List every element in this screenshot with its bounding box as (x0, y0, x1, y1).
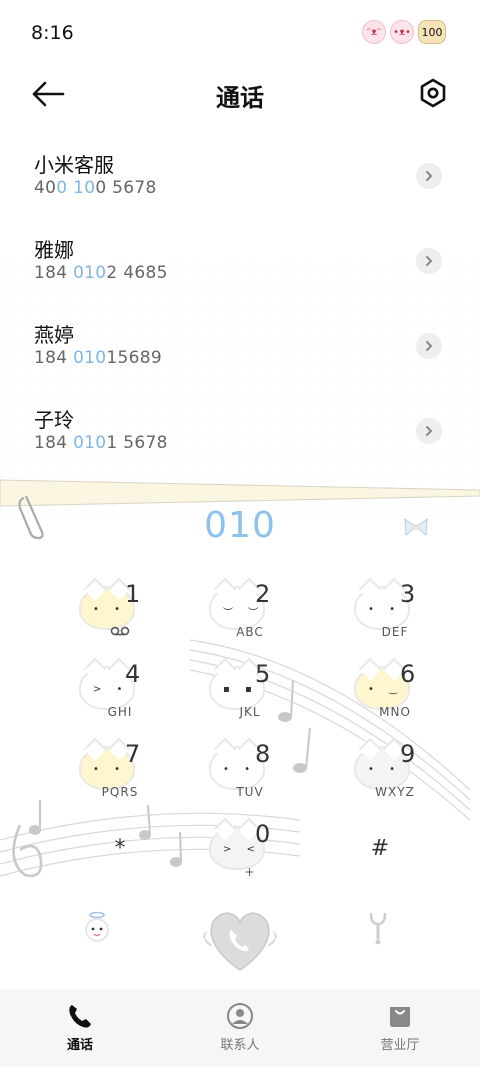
chevron-right-icon[interactable] (416, 248, 442, 274)
key-letters: DEF (381, 625, 409, 639)
key-digit: 1 (125, 580, 141, 608)
key-letters: + (244, 865, 256, 879)
page-title: 通话 (216, 84, 264, 112)
decorative-paper-band (0, 479, 480, 507)
contact-row[interactable]: 燕婷 184 01015689 (0, 310, 480, 394)
key-1[interactable]: • • 1 (65, 580, 175, 650)
contact-name: 雅娜 (34, 238, 74, 262)
key-digit: 3 (400, 580, 416, 608)
contact-name: 小米客服 (34, 153, 114, 177)
key-4[interactable]: > • 4 GHI (65, 660, 175, 730)
contact-number: 184 0102 4685 (34, 263, 168, 283)
pig-sticker-icon: •ᴥ• (390, 20, 414, 44)
key-digit: 9 (400, 740, 416, 768)
app-header: 通话 (0, 64, 480, 124)
key-letters: GHI (107, 705, 133, 719)
tab-store[interactable]: 营业厅 (320, 990, 480, 1067)
contact-name: 子玲 (34, 408, 74, 432)
key-digit: 6 (400, 660, 416, 688)
key-digit: 2 (255, 580, 271, 608)
key-3[interactable]: • • 3 DEF (340, 580, 450, 650)
status-time: 8:16 (31, 22, 74, 44)
bunny-sticker-icon: ᵔᴥᵔ (362, 20, 386, 44)
chevron-right-icon[interactable] (416, 333, 442, 359)
key-5[interactable]: ▪ ▪ 5 JKL (195, 660, 305, 730)
battery-icon: 100 (418, 20, 446, 44)
tab-label: 通话 (66, 1038, 93, 1053)
tab-calls[interactable]: 通话 (0, 990, 160, 1067)
key-letters: WXYZ (375, 785, 415, 799)
contact-row[interactable]: 小米客服 400 100 5678 (0, 140, 480, 224)
contact-number: 400 100 5678 (34, 178, 157, 198)
key-letters: ABC (236, 625, 264, 639)
contact-name: 燕婷 (34, 323, 74, 347)
key-hash[interactable]: # (325, 820, 435, 890)
key-digit: 7 (125, 740, 141, 768)
bottom-tab-bar: 通话 联系人 营业厅 (0, 990, 480, 1067)
key-8[interactable]: • • 8 TUV (195, 740, 305, 810)
voicemail-icon (65, 625, 175, 639)
key-digit: 8 (255, 740, 271, 768)
key-letters: JKL (239, 705, 261, 719)
tab-label: 联系人 (220, 1038, 260, 1053)
chevron-right-icon[interactable] (416, 418, 442, 444)
key-star[interactable]: * (65, 820, 175, 890)
status-icons: ᵔᴥᵔ •ᴥ• 100 (362, 20, 446, 44)
key-digit: 5 (255, 660, 271, 688)
contact-row[interactable]: 子玲 184 0101 5678 (0, 395, 480, 479)
key-letters: PQRS (101, 785, 139, 799)
phone-icon (69, 1005, 91, 1028)
key-digit: 4 (125, 660, 141, 688)
angel-sticker-icon[interactable] (80, 910, 114, 944)
key-7[interactable]: • • 7 PQRS (65, 740, 175, 810)
shopping-bag-icon (390, 1007, 410, 1027)
tab-label: 营业厅 (380, 1038, 420, 1053)
key-0[interactable]: > < 0 + (195, 820, 305, 890)
key-9[interactable]: • • 9 WXYZ (340, 740, 450, 810)
key-letters: MNO (379, 705, 411, 719)
contact-row[interactable]: 雅娜 184 0102 4685 (0, 225, 480, 309)
settings-gear-icon[interactable] (419, 78, 447, 108)
call-button[interactable] (200, 906, 280, 976)
chevron-right-icon[interactable] (416, 163, 442, 189)
bow-icon[interactable] (402, 516, 430, 538)
key-digit: 0 (255, 820, 271, 848)
key-digit: # (370, 836, 390, 861)
key-letters: TUV (236, 785, 264, 799)
contact-number: 184 01015689 (34, 348, 163, 368)
status-bar: 8:16 ᵔᴥᵔ •ᴥ• 100 (0, 0, 480, 64)
contact-number: 184 0101 5678 (34, 433, 168, 453)
contact-person-icon (227, 1003, 253, 1029)
tab-contacts[interactable]: 联系人 (160, 990, 320, 1067)
hide-keypad-icon[interactable] (368, 910, 388, 946)
key-2[interactable]: ︶ ︶ 2 ABC (195, 580, 305, 650)
dialer-actions (0, 900, 480, 980)
key-digit: * (114, 836, 126, 861)
key-6[interactable]: • ‿ 6 MNO (340, 660, 450, 730)
